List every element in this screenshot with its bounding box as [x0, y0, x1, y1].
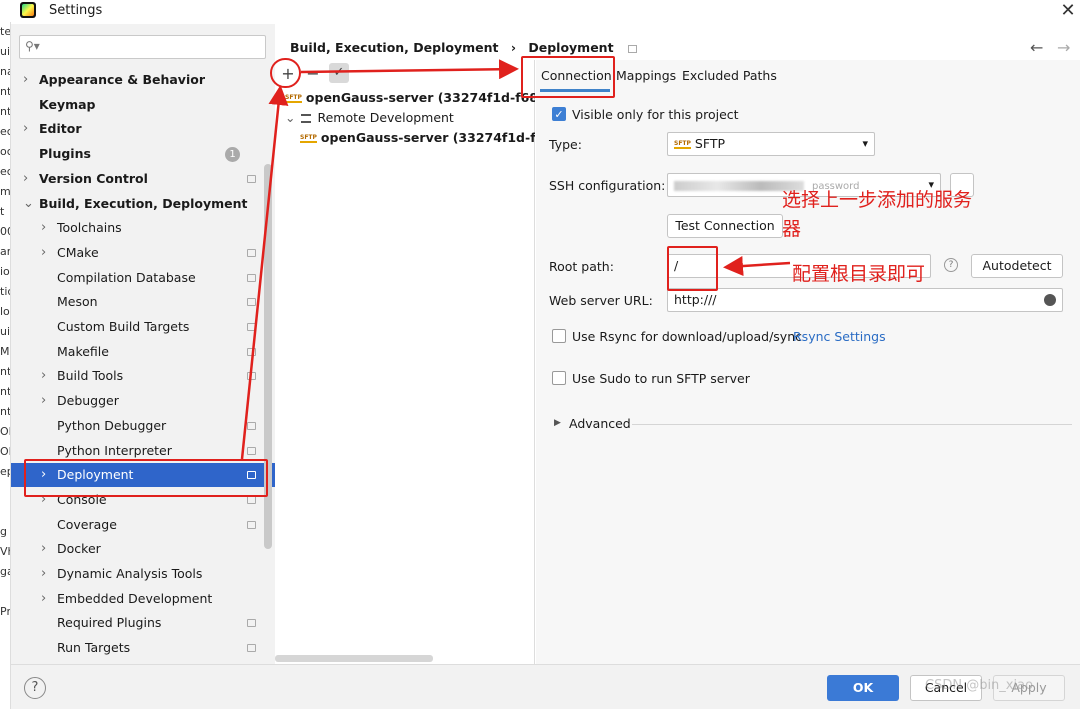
help-button[interactable]: ?: [24, 677, 46, 699]
ok-button[interactable]: OK: [827, 675, 899, 701]
annotation-arrows: [240, 59, 791, 460]
annotation-select-server: 选择上一步添加的服务: [782, 189, 973, 211]
annotation-root-hint: 配置根目录即可: [792, 263, 926, 285]
annotation-select-server-line2: 器: [782, 218, 802, 240]
dialog-footer: ? OK Cancel Apply: [11, 664, 1080, 709]
watermark: CSDN @bin_xiao: [925, 678, 1034, 693]
